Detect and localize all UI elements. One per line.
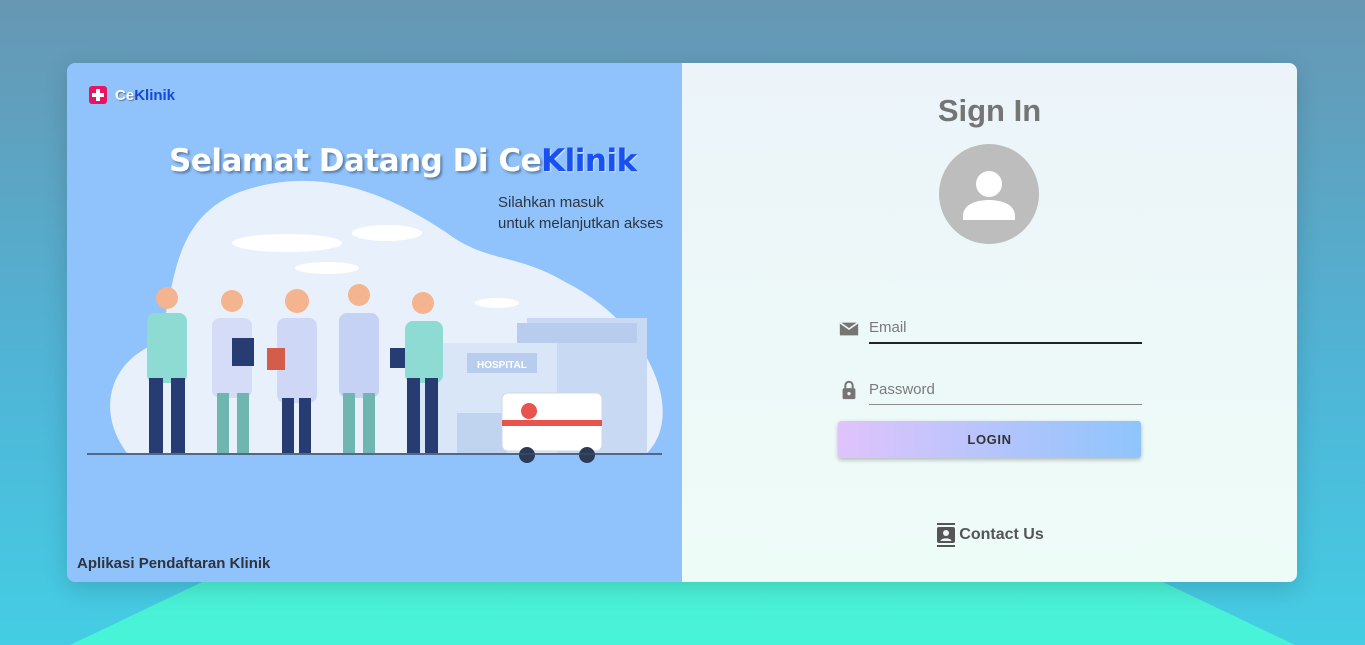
contact-us-label: Contact Us	[959, 526, 1044, 543]
hospital-sign: HOSPITAL	[477, 360, 527, 371]
password-field	[838, 375, 1142, 405]
signin-panel: Sign In LOGI	[682, 63, 1297, 582]
lock-icon	[842, 380, 856, 400]
login-card: CeKlinik Selamat Datang Di CeKlinik Sila…	[67, 63, 1297, 582]
user-avatar-icon	[939, 144, 1039, 244]
contact-us-link[interactable]: Contact Us	[682, 523, 1297, 547]
doctors-hospital-illustration: HOSPITAL	[87, 180, 663, 463]
contact-card-icon	[937, 523, 956, 547]
email-input[interactable]	[869, 313, 1142, 342]
app-tagline: Aplikasi Pendaftaran Klinik	[77, 555, 271, 572]
medical-cross-icon	[89, 86, 107, 104]
background-shape	[70, 575, 1295, 645]
login-button[interactable]: LOGIN	[838, 421, 1141, 458]
email-field	[838, 313, 1142, 344]
mail-icon	[839, 321, 859, 336]
password-input[interactable]	[869, 375, 1142, 404]
welcome-panel: CeKlinik Selamat Datang Di CeKlinik Sila…	[67, 63, 682, 582]
brand-name: CeKlinik	[115, 86, 176, 104]
signin-title: Sign In	[937, 93, 1042, 128]
brand-logo: CeKlinik	[89, 86, 175, 104]
